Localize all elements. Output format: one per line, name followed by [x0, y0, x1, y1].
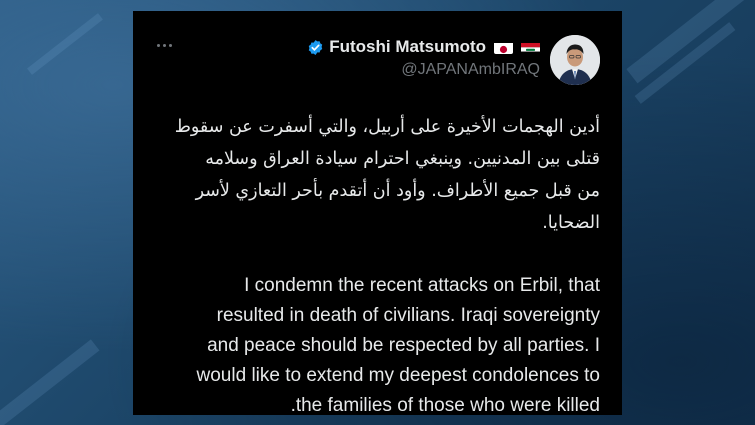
more-horizontal-icon[interactable]	[157, 39, 177, 51]
background-stripe	[0, 339, 100, 425]
tweet-text-line: and peace should be respected by all par…	[207, 335, 600, 356]
tweet-text-line: .the families of those who were killed	[290, 395, 600, 416]
tweet-text-line: من قبل جميع الأطراف. وأود أن أتقدم بأحر …	[195, 181, 600, 201]
tweet-text-arabic: أدين الهجمات الأخيرة على أربيل، والتي أس…	[153, 111, 600, 239]
author-handle[interactable]: @JAPANAmbIRAQ	[307, 61, 540, 79]
author-avatar[interactable]	[550, 35, 600, 85]
iraq-flag-icon	[521, 41, 540, 54]
tweet-text-line: قتلى بين المدنيين. وينبغي احترام سيادة ا…	[205, 149, 600, 169]
tweet-author[interactable]: Futoshi Matsumoto @JAPANAmbIRAQ	[307, 36, 540, 79]
author-name-row: Futoshi Matsumoto	[307, 36, 540, 58]
tweet-text-english: I condemn the recent attacks on Erbil, t…	[153, 271, 600, 421]
author-display-name[interactable]: Futoshi Matsumoto	[329, 37, 486, 57]
background-stripe	[27, 13, 103, 75]
tweet-text-line: resulted in death of civilians. Iraqi so…	[216, 305, 600, 326]
tweet-text-line: الضحايا.	[542, 213, 600, 233]
verified-badge-icon	[307, 39, 324, 56]
tweet-text-line: I condemn the recent attacks on Erbil, t…	[244, 275, 600, 296]
japan-flag-icon	[494, 41, 513, 54]
tweet-body: أدين الهجمات الأخيرة على أربيل، والتي أس…	[153, 111, 600, 421]
tweet-text-line: أدين الهجمات الأخيرة على أربيل، والتي أس…	[174, 117, 600, 137]
tweet-card: Futoshi Matsumoto @JAPANAmbIRAQ أدين اله…	[133, 11, 622, 416]
background-stripe	[626, 0, 755, 84]
tweet-text-line: would like to extend my deepest condolen…	[196, 365, 600, 386]
